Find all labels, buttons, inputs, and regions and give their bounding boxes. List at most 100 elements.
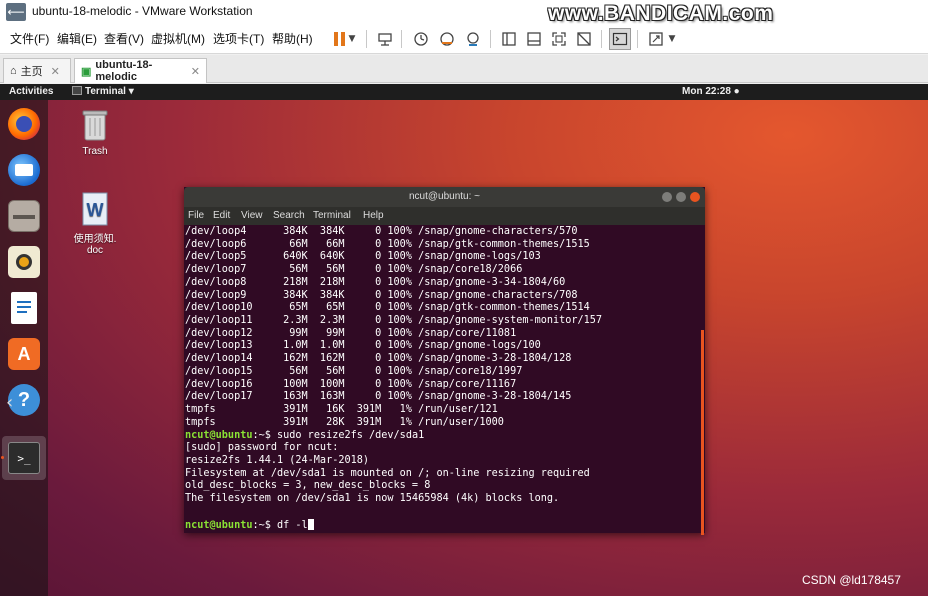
terminal-scrollbar[interactable]: [701, 330, 704, 535]
snapshot-icon[interactable]: [410, 28, 432, 50]
close-icon[interactable]: ✕: [51, 65, 60, 78]
output-text: Filesystem at /dev/sda1 is mounted on /;…: [185, 467, 590, 479]
terminal-line: /dev/loop15 56M 56M 0 100% /snap/core18/…: [185, 366, 705, 379]
terminal-title: ncut@ubuntu: ~: [408, 191, 481, 202]
terminal-line: /dev/loop11 2.3M 2.3M 0 100% /snap/gnome…: [185, 315, 705, 328]
thumbnail-icon[interactable]: [523, 28, 545, 50]
home-icon: ⌂: [10, 65, 17, 77]
output-text: /dev/loop12 99M 99M 0 100% /snap/core/11…: [185, 327, 517, 339]
menu-file[interactable]: 文件(F): [10, 30, 49, 47]
terminal-line: /dev/loop8 218M 218M 0 100% /snap/gnome-…: [185, 277, 705, 290]
revert-snapshot-icon[interactable]: [436, 28, 458, 50]
terminal-menu-search[interactable]: Search: [273, 210, 305, 221]
terminal-line: /dev/loop12 99M 99M 0 100% /snap/core/11…: [185, 328, 705, 341]
terminal-output[interactable]: /dev/loop4 384K 384K 0 100% /snap/gnome-…: [184, 225, 705, 533]
terminal-line: [185, 506, 705, 519]
terminal-app-menu[interactable]: Terminal ▾: [72, 86, 134, 97]
activities-button[interactable]: Activities: [9, 86, 53, 97]
minimize-icon[interactable]: [662, 192, 672, 202]
terminal-line: The filesystem on /dev/sda1 is now 15465…: [185, 493, 705, 506]
vmware-tab-bar: ⌂ 主页 ✕ ▣ ubuntu-18-melodic ✕: [0, 55, 928, 83]
send-ctrl-alt-del-icon[interactable]: [374, 28, 396, 50]
thunderbird-icon[interactable]: [8, 154, 40, 186]
output-text: /dev/loop6 66M 66M 0 100% /snap/gtk-comm…: [185, 238, 590, 250]
menu-view[interactable]: 查看(V): [104, 30, 144, 47]
toolbar-divider: [601, 30, 602, 48]
tab-ubuntu-vm[interactable]: ▣ ubuntu-18-melodic ✕: [74, 58, 207, 83]
running-indicator: [1, 456, 4, 459]
terminal-line: /dev/loop16 100M 100M 0 100% /snap/core/…: [185, 379, 705, 392]
output-text: resize2fs 1.44.1 (24-Mar-2018): [185, 454, 370, 466]
close-icon[interactable]: ✕: [191, 65, 200, 78]
terminal-menu-view[interactable]: View: [241, 210, 263, 221]
vmware-menu-bar: 文件(F) 编辑(E) 查看(V) 虚拟机(M) 选项卡(T) 帮助(H) ▼ …: [0, 24, 928, 54]
back-arrow-icon[interactable]: ⟵: [6, 3, 26, 21]
terminal-line: /dev/loop7 56M 56M 0 100% /snap/core18/2…: [185, 264, 705, 277]
terminal-line: tmpfs 391M 28K 391M 1% /run/user/1000: [185, 417, 705, 430]
unity-icon[interactable]: [573, 28, 595, 50]
menu-tabs[interactable]: 选项卡(T): [213, 30, 264, 47]
ubuntu-desktop: Activities Terminal ▾ Mon 22:28 ● A ? ‹: [0, 84, 928, 596]
console-view-icon[interactable]: [609, 28, 631, 50]
toolbar-divider: [490, 30, 491, 48]
prompt-path: :~$: [252, 519, 278, 531]
firefox-icon[interactable]: [8, 108, 40, 140]
output-text: tmpfs 391M 16K 391M 1% /run/user/121: [185, 404, 498, 416]
rhythmbox-icon[interactable]: [8, 246, 40, 278]
desktop-doc-file[interactable]: W 使用须知. doc: [60, 170, 130, 267]
toolbar-divider: [637, 30, 638, 48]
terminal-menu-help[interactable]: Help: [363, 210, 384, 221]
vmware-title-bar: ⟵ ubuntu-18-melodic - VMware Workstation…: [0, 0, 928, 25]
fullscreen-icon[interactable]: [548, 28, 570, 50]
tab-home[interactable]: ⌂ 主页 ✕: [3, 58, 71, 83]
terminal-window[interactable]: ncut@ubuntu: ~ File Edit View Search Ter…: [184, 187, 705, 535]
clock[interactable]: Mon 22:28 ●: [682, 86, 740, 97]
prompt-user-host: ncut@ubuntu: [185, 429, 253, 441]
text-cursor: [307, 518, 314, 530]
files-icon[interactable]: [8, 200, 40, 232]
output-text: /dev/loop9 384K 384K 0 100% /snap/gnome-…: [185, 289, 578, 301]
terminal-menu-bar: File Edit View Search Terminal Help: [184, 207, 705, 225]
libreoffice-writer-icon[interactable]: [11, 292, 37, 324]
toolbar-divider: [366, 30, 367, 48]
snapshot-manager-icon[interactable]: [462, 28, 484, 50]
gnome-top-bar: Activities Terminal ▾ Mon 22:28 ●: [0, 84, 928, 100]
menu-edit[interactable]: 编辑(E): [57, 30, 97, 47]
terminal-line: /dev/loop10 65M 65M 0 100% /snap/gtk-com…: [185, 302, 705, 315]
output-text: /dev/loop8 218M 218M 0 100% /snap/gnome-…: [185, 276, 566, 288]
terminal-line: [sudo] password for ncut:: [185, 442, 705, 455]
library-icon[interactable]: [498, 28, 520, 50]
terminal-title-bar[interactable]: ncut@ubuntu: ~: [184, 187, 705, 207]
output-text: The filesystem on /dev/sda1 is now 15465…: [185, 493, 560, 505]
terminal-line: /dev/loop9 384K 384K 0 100% /snap/gnome-…: [185, 290, 705, 303]
terminal-prompt-line: ncut@ubuntu:~$ sudo resize2fs /dev/sda1: [185, 430, 705, 443]
output-text: /dev/loop11 2.3M 2.3M 0 100% /snap/gnome…: [185, 315, 603, 327]
chevron-down-icon[interactable]: ▼: [666, 28, 678, 50]
output-text: [sudo] password for ncut:: [185, 442, 339, 454]
maximize-icon[interactable]: [676, 192, 686, 202]
output-text: /dev/loop17 163M 163M 0 100% /snap/gnome…: [185, 391, 572, 403]
close-icon[interactable]: [690, 192, 700, 202]
stretch-icon[interactable]: [645, 28, 667, 50]
window-title: ubuntu-18-melodic - VMware Workstation: [32, 4, 253, 18]
output-text: /dev/loop14 162M 162M 0 100% /snap/gnome…: [185, 353, 572, 365]
terminal-menu-edit[interactable]: Edit: [213, 210, 230, 221]
chevron-left-icon: ‹: [6, 392, 14, 413]
chevron-down-icon[interactable]: ▼: [346, 28, 358, 50]
menu-vm[interactable]: 虚拟机(M): [151, 30, 205, 47]
terminal-menu-file[interactable]: File: [188, 210, 204, 221]
ubuntu-dock: A ? ‹ >_: [0, 100, 48, 596]
ubuntu-software-icon[interactable]: A: [8, 338, 40, 370]
terminal-small-icon: [72, 86, 82, 95]
tab-vm-label: ubuntu-18-melodic: [95, 59, 153, 83]
tab-home-label: 主页: [20, 66, 43, 78]
desktop-trash[interactable]: Trash: [60, 108, 130, 157]
terminal-icon[interactable]: >_: [8, 442, 40, 474]
terminal-prompt-line: ncut@ubuntu:~$ df -l: [185, 518, 705, 533]
menu-help[interactable]: 帮助(H): [272, 30, 313, 47]
prompt-path: :~$: [252, 429, 278, 441]
terminal-line: /dev/loop6 66M 66M 0 100% /snap/gtk-comm…: [185, 239, 705, 252]
terminal-menu-terminal[interactable]: Terminal: [313, 210, 351, 221]
desktop-trash-label: Trash: [82, 146, 108, 157]
